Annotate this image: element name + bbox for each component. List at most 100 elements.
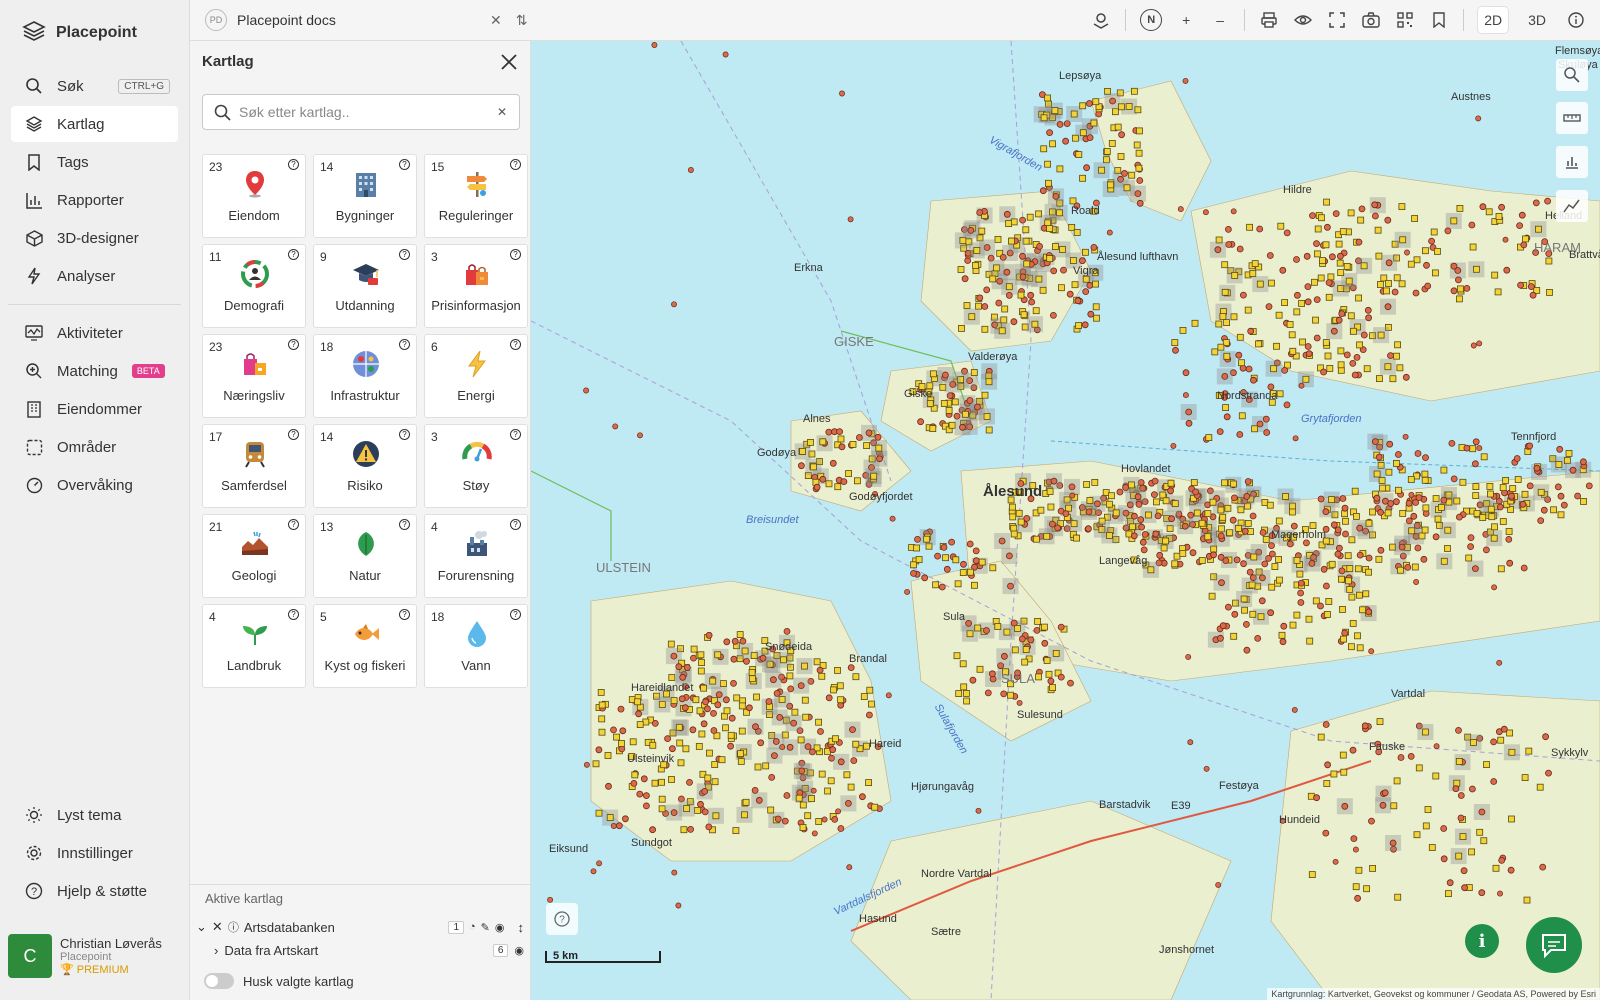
reorder-icon[interactable]: ↕ xyxy=(518,920,525,935)
scale-bar: 5 km xyxy=(545,951,661,963)
remove-layer-icon[interactable]: ✕ xyxy=(212,919,223,935)
bookmark-icon[interactable] xyxy=(1429,10,1449,30)
category-card-landbruk[interactable]: 4? Landbruk xyxy=(202,604,306,688)
category-card-forurensning[interactable]: 4? Forurensning xyxy=(424,514,528,598)
category-card-utdanning[interactable]: 9? Utdanning xyxy=(313,244,417,328)
help-icon[interactable]: ? xyxy=(288,339,299,350)
category-card-prisinformasjon[interactable]: 3? Prisinformasjon xyxy=(424,244,528,328)
measure-icon[interactable] xyxy=(1556,102,1588,134)
mode-2d-button[interactable]: 2D xyxy=(1478,7,1509,33)
help-icon[interactable]: ? xyxy=(399,429,410,440)
sidebar-item-monitor[interactable]: Aktiviteter xyxy=(11,315,178,351)
map-place-label: Vartdal xyxy=(1391,688,1426,700)
compass-north-icon[interactable]: N xyxy=(1140,9,1163,31)
active-layer-row[interactable]: ⌄ ✕ ⓘ Artsdatabanken 1 ◔ ✎ ◉ ↕ xyxy=(196,917,524,937)
remember-toggle[interactable] xyxy=(204,973,234,989)
help-icon[interactable]: ? xyxy=(288,159,299,170)
chevron-down-icon[interactable]: ⌄ xyxy=(196,919,207,935)
help-icon[interactable]: ? xyxy=(510,249,521,260)
sidebar-item-label: Overvåking xyxy=(57,476,133,494)
map-base xyxy=(531,41,1600,1000)
sidebar-item-gauge[interactable]: Overvåking xyxy=(11,467,178,503)
map-help-icon[interactable]: ? xyxy=(546,903,578,935)
help-icon[interactable]: ? xyxy=(288,609,299,620)
mode-3d-button[interactable]: 3D xyxy=(1522,7,1552,33)
help-icon[interactable]: ? xyxy=(288,519,299,530)
sidebar-item-sun[interactable]: Lyst tema xyxy=(11,797,179,833)
map-style-icon[interactable] xyxy=(1091,10,1111,30)
sidebar-item-cube[interactable]: 3D-designer xyxy=(11,220,178,256)
category-card-støy[interactable]: 3? Støy xyxy=(424,424,528,508)
qr-code-icon[interactable] xyxy=(1395,10,1415,30)
chevron-right-icon[interactable]: › xyxy=(214,943,218,958)
category-card-demografi[interactable]: 11? Demografi xyxy=(202,244,306,328)
statistics-icon[interactable] xyxy=(1556,146,1588,178)
zoom-out-icon[interactable]: – xyxy=(1210,10,1230,30)
sidebar-item-building[interactable]: Eiendommer xyxy=(11,391,178,427)
category-card-kyst-og-fiskeri[interactable]: 5? Kyst og fiskeri xyxy=(313,604,417,688)
help-icon[interactable]: ? xyxy=(399,609,410,620)
print-icon[interactable] xyxy=(1259,10,1279,30)
chat-button[interactable] xyxy=(1526,917,1582,973)
close-doc-icon[interactable]: ✕ xyxy=(490,12,502,29)
help-icon[interactable]: ? xyxy=(510,519,521,530)
eye-icon[interactable] xyxy=(1293,10,1313,30)
category-card-geologi[interactable]: 21? Geologi xyxy=(202,514,306,598)
sidebar-item-bar-chart[interactable]: Rapporter xyxy=(11,182,178,218)
sidebar-item-gear[interactable]: Innstillinger xyxy=(11,835,179,871)
map[interactable]: LepsøyaFlemsøyaSkuløyaAustnesVigrafjorde… xyxy=(531,41,1600,1000)
clear-search-icon[interactable]: ✕ xyxy=(497,105,507,119)
category-card-reguleringer[interactable]: 15? Reguleringer xyxy=(424,154,528,238)
sidebar-item-help-circle[interactable]: ? Hjelp & støtte xyxy=(11,873,179,909)
help-icon[interactable]: ? xyxy=(510,159,521,170)
zoom-in-icon[interactable]: + xyxy=(1176,10,1196,30)
map-place-label: Jønshornet xyxy=(1159,944,1215,956)
help-icon[interactable]: ? xyxy=(399,159,410,170)
help-icon[interactable]: ? xyxy=(399,339,410,350)
category-card-infrastruktur[interactable]: 18? Infrastruktur xyxy=(313,334,417,418)
help-icon[interactable]: ? xyxy=(510,609,521,620)
layer-count: 14 xyxy=(320,430,334,444)
brand[interactable]: Placepoint xyxy=(0,0,189,66)
category-card-vann[interactable]: 18? Vann xyxy=(424,604,528,688)
doc-title[interactable]: Placepoint docs xyxy=(237,12,336,28)
sidebar-item-dashed-square[interactable]: Områder xyxy=(11,429,178,465)
category-card-natur[interactable]: 13? Natur xyxy=(313,514,417,598)
category-card-bygninger[interactable]: 14? Bygninger xyxy=(313,154,417,238)
pencil-icon[interactable]: ✎ xyxy=(481,921,490,934)
sidebar-item-search-zoom[interactable]: Matching BETA xyxy=(11,353,178,389)
help-icon[interactable]: ⓘ xyxy=(228,919,239,935)
user-profile[interactable]: C Christian Løverås Placepoint 🏆 PREMIUM xyxy=(8,926,182,986)
sidebar-item-layers[interactable]: Kartlag xyxy=(11,106,178,142)
sidebar-item-bolt[interactable]: Analyser xyxy=(11,258,178,294)
profile-icon[interactable] xyxy=(1556,190,1588,222)
category-card-næringsliv[interactable]: 23? Næringsliv xyxy=(202,334,306,418)
category-card-samferdsel[interactable]: 17? Samferdsel xyxy=(202,424,306,508)
remember-layers[interactable]: Husk valgte kartlag xyxy=(204,973,354,989)
category-card-risiko[interactable]: 14? Risiko xyxy=(313,424,417,508)
eye-icon[interactable]: ◉ xyxy=(495,921,505,934)
help-icon[interactable]: ? xyxy=(510,429,521,440)
eye-icon[interactable]: ◉ xyxy=(514,944,524,957)
help-icon[interactable]: ? xyxy=(399,519,410,530)
sidebar-item-search[interactable]: Søk CTRL+G xyxy=(11,68,178,104)
fullscreen-icon[interactable] xyxy=(1327,10,1347,30)
category-label: Eiendom xyxy=(228,208,280,223)
category-card-energi[interactable]: 6? Energi xyxy=(424,334,528,418)
help-icon[interactable]: ? xyxy=(288,429,299,440)
layer-search-input[interactable] xyxy=(239,104,497,120)
help-icon[interactable]: ? xyxy=(510,339,521,350)
chevron-updown-icon[interactable]: ⇅ xyxy=(516,12,528,29)
camera-icon[interactable] xyxy=(1361,10,1381,30)
info-button[interactable]: i xyxy=(1465,924,1499,958)
close-icon[interactable] xyxy=(498,51,520,73)
palette-icon[interactable]: ◔ xyxy=(469,921,476,933)
help-icon[interactable]: ? xyxy=(399,249,410,260)
sidebar-item-bookmark[interactable]: Tags xyxy=(11,144,178,180)
map-search-icon[interactable] xyxy=(1556,59,1588,91)
category-card-eiendom[interactable]: 23? Eiendom xyxy=(202,154,306,238)
info-icon[interactable] xyxy=(1566,10,1586,30)
help-icon[interactable]: ? xyxy=(288,249,299,260)
sub-layer-row[interactable]: › Data fra Artskart 6 ◉ xyxy=(214,940,524,960)
shortcut-hint: CTRL+G xyxy=(118,78,170,94)
